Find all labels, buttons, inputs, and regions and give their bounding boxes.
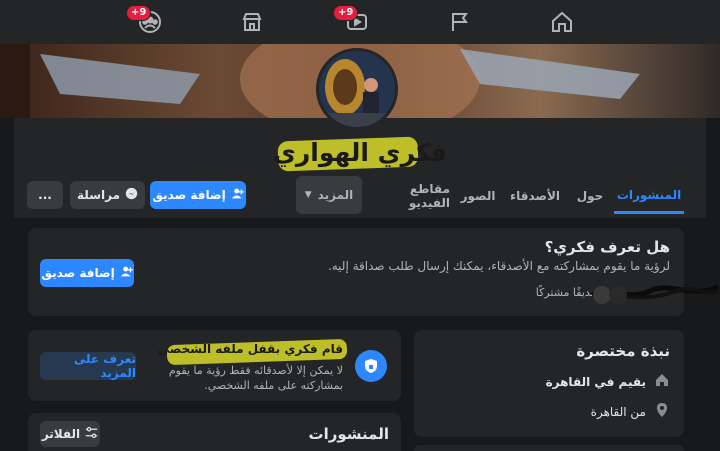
learn-more-button[interactable]: تعرف على المزيد <box>40 352 136 380</box>
home-icon <box>654 372 670 391</box>
posts-card-title: المنشورات <box>308 425 389 443</box>
watch-notification-badge: +9 <box>333 5 359 21</box>
posts-card: المنشورات الفلاتر <box>28 413 401 451</box>
home-icon[interactable] <box>542 6 582 38</box>
tab-photos[interactable]: الصور <box>454 178 502 214</box>
groups-notification-badge: +9 <box>126 5 152 21</box>
from-row: من القاهرة <box>430 402 670 421</box>
marketplace-store-icon[interactable] <box>232 6 272 38</box>
filter-sliders-icon <box>85 426 98 442</box>
filters-label: الفلاتر <box>41 427 81 441</box>
know-card-add-friend-button[interactable]: إضافة صديق <box>40 259 134 287</box>
add-friend-button[interactable]: إضافة صديق <box>150 181 246 209</box>
shield-lock-icon <box>355 350 387 382</box>
tab-more[interactable]: المزيد ▼ <box>296 176 362 214</box>
add-friend-icon <box>231 187 244 203</box>
know-card-subtitle: لرؤية ما يقوم بمشاركته مع الأصدقاء، يمكن… <box>327 259 670 273</box>
watch-video-icon[interactable]: +9 <box>333 5 377 38</box>
tab-more-label: المزيد <box>317 188 354 202</box>
profile-name: فكري الهواري <box>272 138 448 167</box>
messenger-icon <box>125 187 138 203</box>
locked-card-body: لا يمكن إلا لأصدقائه فقط رؤية ما يقوم بم… <box>168 364 343 392</box>
filters-button[interactable]: الفلاتر <box>40 421 100 447</box>
locked-profile-card: قام فكري بقفل ملفه الشخصي لا يمكن إلا لأ… <box>28 330 401 401</box>
add-friend-icon <box>120 265 133 281</box>
more-options-label: ... <box>38 188 52 202</box>
know-card-add-friend-label: إضافة صديق <box>41 266 115 280</box>
intro-card-title: نبذة مختصرة <box>576 342 670 360</box>
tab-videos[interactable]: مقاطع الفيديو <box>368 178 450 214</box>
add-friend-label: إضافة صديق <box>152 188 226 202</box>
know-card-title: هل تعرف فكري؟ <box>544 238 670 256</box>
lives-in-row: يقيم في القاهرة <box>430 372 670 391</box>
message-button[interactable]: مراسلة <box>70 181 145 209</box>
chevron-down-icon: ▼ <box>304 190 312 200</box>
lives-in-text: يقيم في القاهرة <box>545 374 646 389</box>
mutual-friends-count: صديقًا مشتركًا <box>535 286 600 299</box>
tab-friends[interactable]: الأصدقاء <box>505 178 565 214</box>
intro-card: نبذة مختصرة يقيم في القاهرة من القاهرة <box>414 330 684 437</box>
more-options-button[interactable]: ... <box>27 181 63 209</box>
profile-avatar[interactable] <box>316 48 398 130</box>
next-card-edge <box>414 445 684 451</box>
pages-flag-icon[interactable] <box>440 6 480 38</box>
from-text: من القاهرة <box>590 404 646 419</box>
location-pin-icon <box>654 402 670 421</box>
tab-posts[interactable]: المنشورات <box>614 178 684 214</box>
tab-about[interactable]: حول <box>570 178 610 214</box>
message-label: مراسلة <box>77 188 120 202</box>
groups-icon[interactable]: +9 <box>126 5 170 38</box>
top-navigation-bar: +9 +9 <box>0 0 720 44</box>
redaction-scribble <box>590 284 719 304</box>
